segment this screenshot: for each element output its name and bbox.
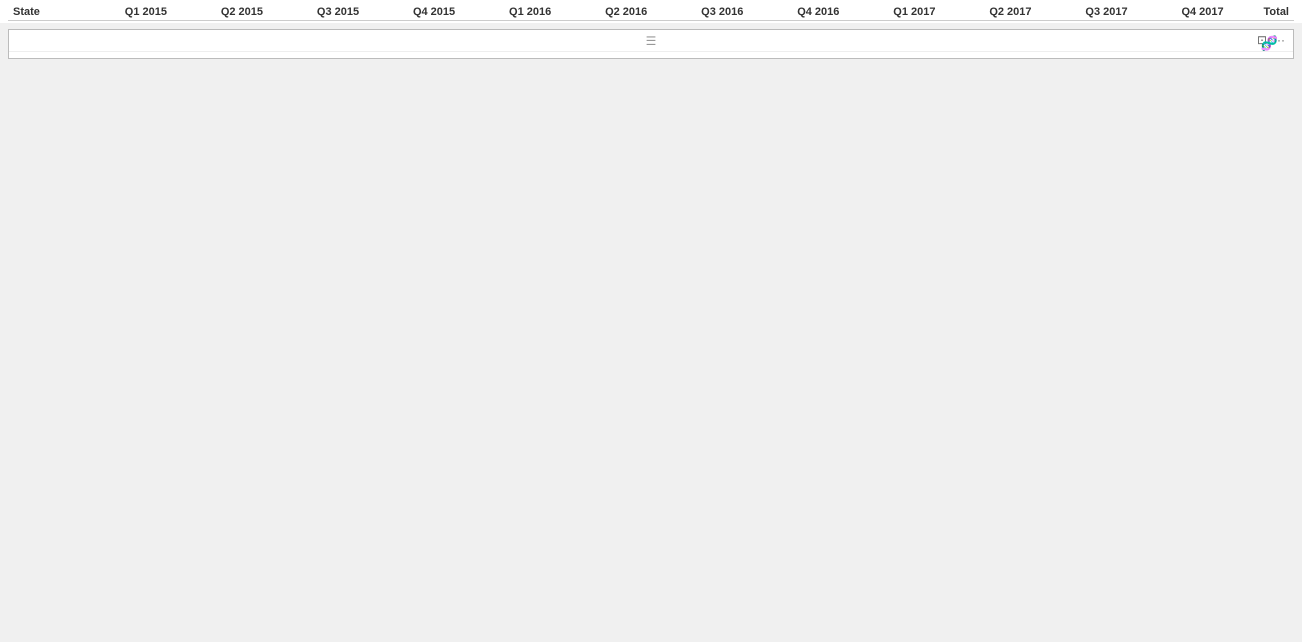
top-header-q1-2017: Q1 2017	[844, 4, 940, 21]
top-header-q3-2015: Q3 2015	[268, 4, 364, 21]
top-header-q3-2017: Q3 2017	[1037, 4, 1133, 21]
top-header-q2-2017: Q2 2017	[940, 4, 1036, 21]
bottom-panel-header: ☰ ⊡ ···	[9, 30, 1293, 52]
drag-handle-icon: ☰	[646, 34, 657, 48]
top-header-total: Total	[1229, 4, 1294, 21]
top-header-q2-2015: Q2 2015	[172, 4, 268, 21]
top-header-q3-2016: Q3 2016	[652, 4, 748, 21]
top-table: StateQ1 2015Q2 2015Q3 2015Q4 2015Q1 2016…	[8, 4, 1294, 21]
bottom-panel: ☰ ⊡ ··· 🧬	[8, 29, 1294, 59]
top-header-q1-2016: Q1 2016	[460, 4, 556, 21]
top-header-q4-2016: Q4 2016	[748, 4, 844, 21]
top-header-q4-2015: Q4 2015	[364, 4, 460, 21]
dna-icon: 🧬	[1261, 35, 1278, 52]
top-table-container: StateQ1 2015Q2 2015Q3 2015Q4 2015Q1 2016…	[0, 0, 1302, 23]
top-header-q1-2015: Q1 2015	[76, 4, 172, 21]
top-header-q2-2016: Q2 2016	[556, 4, 652, 21]
subscribe-button[interactable]: 🧬	[1261, 35, 1281, 52]
top-header-state: State	[8, 4, 76, 21]
top-header-q4-2017: Q4 2017	[1133, 4, 1229, 21]
